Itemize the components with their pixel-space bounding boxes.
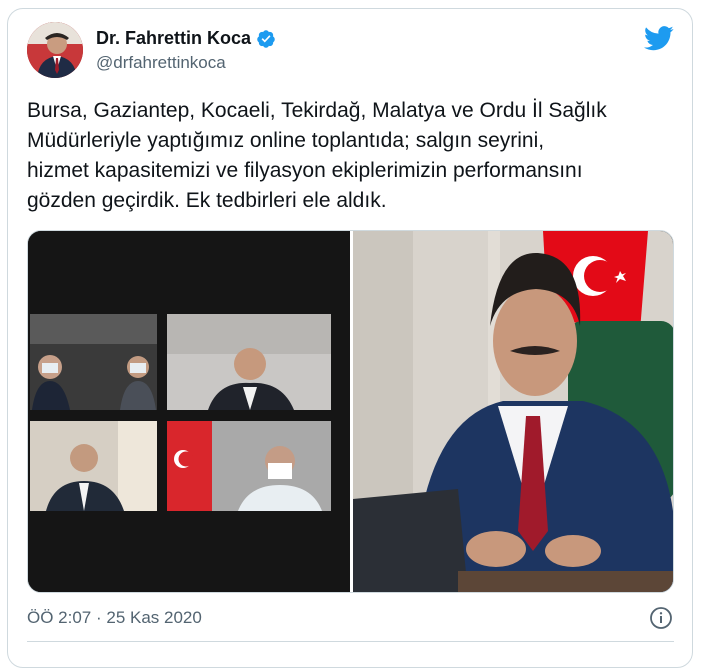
tweet-timestamp[interactable]: ÖÖ 2:07 · 25 Kas 2020 bbox=[27, 608, 202, 628]
media-images bbox=[28, 231, 674, 593]
display-name[interactable]: Dr. Fahrettin Koca bbox=[96, 28, 251, 49]
tweet-media[interactable] bbox=[27, 230, 674, 593]
tweet-text: Bursa, Gaziantep, Kocaeli, Tekirdağ, Mal… bbox=[27, 99, 607, 212]
avatar-image bbox=[27, 22, 83, 78]
info-icon[interactable] bbox=[649, 606, 673, 630]
handle[interactable]: @drfahrettinkoca bbox=[96, 53, 226, 73]
verified-badge-icon bbox=[257, 29, 275, 48]
divider bbox=[27, 641, 674, 642]
twitter-bird-icon[interactable] bbox=[644, 26, 674, 51]
avatar[interactable] bbox=[27, 22, 83, 78]
video-conference-photo[interactable] bbox=[28, 231, 350, 593]
minister-photo[interactable] bbox=[353, 231, 674, 593]
